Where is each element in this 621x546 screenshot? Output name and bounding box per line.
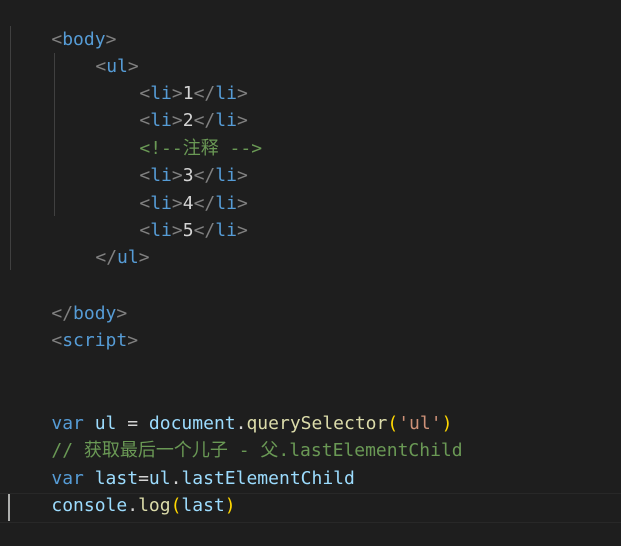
tag-bracket: </ [95, 247, 118, 268]
code-line[interactable]: console.log(last) [8, 465, 235, 516]
tag-bracket: > [138, 247, 150, 268]
code-line[interactable]: <ul> [52, 26, 138, 77]
tag-name: li [215, 220, 237, 241]
code-line[interactable]: </body> [8, 273, 127, 324]
tag-name: ul [117, 247, 139, 268]
code-line[interactable]: <li>5</li> [96, 190, 247, 241]
dot-operator: . [127, 495, 139, 516]
code-editor[interactable]: <body> <ul> <li>1</li> <li>2</li> <!--注释… [0, 0, 621, 528]
code-line[interactable]: // 获取最后一个儿子 - 父.lastElementChild [8, 410, 462, 461]
object-name: console [51, 495, 128, 516]
list-item-text: 5 [182, 220, 194, 241]
code-line[interactable]: var ul = document.querySelector('ul') [8, 383, 452, 434]
code-line[interactable]: <li>2</li> [96, 80, 247, 131]
tag-name: li [150, 220, 172, 241]
tag-name: script [62, 330, 128, 351]
tag-bracket: > [127, 330, 139, 351]
code-line[interactable]: <body> [8, 0, 116, 50]
tag-bracket: </ [193, 220, 216, 241]
code-line[interactable]: <li>4</li> [96, 163, 247, 214]
function-name: log [138, 495, 171, 516]
paren: ( [170, 495, 182, 516]
tag-bracket: > [236, 220, 248, 241]
code-line[interactable]: var last=ul.lastElementChild [8, 438, 354, 489]
argument-name: last [181, 495, 225, 516]
tag-bracket: > [171, 220, 183, 241]
code-line[interactable]: </ul> [52, 217, 149, 268]
code-line[interactable]: <li>3</li> [96, 135, 247, 186]
code-line[interactable]: <li>1</li> [96, 53, 247, 104]
code-line[interactable]: <script> [8, 300, 138, 351]
code-line[interactable]: <!--注释 --> [96, 108, 262, 159]
paren: ) [224, 495, 236, 516]
tag-bracket: < [51, 330, 63, 351]
